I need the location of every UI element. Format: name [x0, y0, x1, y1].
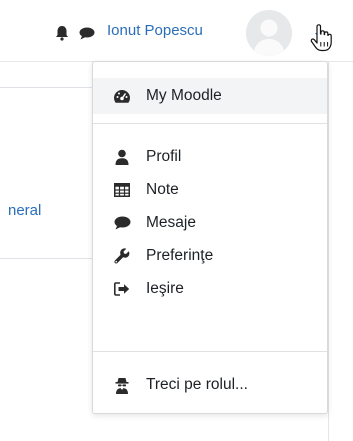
menu-item-note[interactable]: Note [93, 172, 327, 208]
menu-item-label: Preferinţe [146, 247, 214, 264]
menu-item-preferinte[interactable]: Preferinţe [93, 238, 327, 274]
section-link[interactable]: neral [8, 202, 41, 219]
menu-divider [93, 123, 327, 124]
page-edge [328, 62, 329, 441]
avatar[interactable] [246, 10, 292, 56]
user-menu-dropdown: My Moodle Profil Note Mesaje Preferinţe … [92, 61, 328, 414]
dashboard-icon [113, 87, 131, 105]
user-icon [113, 148, 131, 166]
wrench-icon [113, 247, 131, 265]
user-secret-icon [113, 376, 131, 394]
menu-item-profil[interactable]: Profil [93, 139, 327, 175]
content-divider [0, 258, 92, 259]
menu-item-label: Note [146, 181, 179, 198]
chat-icon [113, 214, 131, 232]
menu-item-label: Mesaje [146, 214, 196, 231]
chat-icon[interactable] [79, 27, 95, 45]
user-name[interactable]: Ionut Popescu [107, 22, 203, 39]
menu-item-iesire[interactable]: Ieşire [93, 271, 327, 307]
menu-item-treci-pe-rolul[interactable]: Treci pe rolul... [93, 367, 327, 403]
menu-item-label: Profil [146, 148, 182, 165]
menu-item-my-moodle[interactable]: My Moodle [93, 78, 327, 114]
menu-item-label: Treci pe rolul... [146, 376, 248, 393]
content-divider [0, 87, 92, 88]
menu-item-label: Ieşire [146, 280, 184, 297]
sign-out-icon [113, 280, 131, 298]
top-navbar: Ionut Popescu [0, 0, 353, 62]
table-icon [113, 181, 131, 199]
hand-cursor-icon [309, 24, 333, 57]
menu-item-mesaje[interactable]: Mesaje [93, 205, 327, 241]
page: Ionut Popescu neral My Moodle Profil Not… [0, 0, 353, 441]
menu-item-label: My Moodle [146, 87, 222, 104]
menu-divider [93, 351, 327, 352]
bell-icon[interactable] [55, 25, 69, 46]
